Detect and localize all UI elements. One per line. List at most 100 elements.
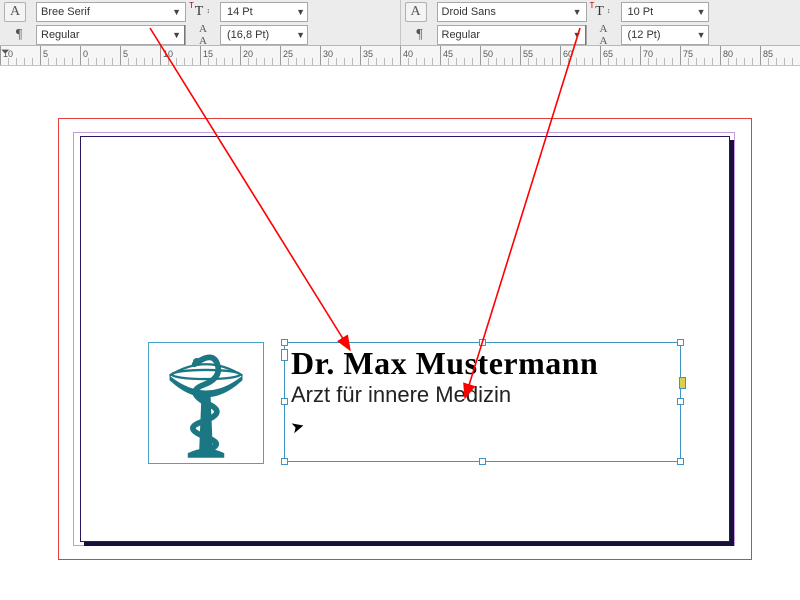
- ruler-minor-tick: [664, 58, 665, 65]
- ruler-minor-tick: [488, 58, 489, 65]
- font-style-combo[interactable]: Regular ▼: [437, 25, 587, 45]
- leading-field[interactable]: (16,8 Pt) ▼: [220, 25, 308, 45]
- ruler-minor-tick: [336, 58, 337, 65]
- ruler-tick: 45: [440, 46, 441, 65]
- ruler-minor-tick: [432, 58, 433, 65]
- ruler-minor-tick: [72, 58, 73, 65]
- ruler-minor-tick: [608, 58, 609, 65]
- chevron-down-icon: ▼: [172, 30, 181, 40]
- leading-field[interactable]: (12 Pt) ▼: [621, 25, 709, 45]
- ruler-minor-tick: [392, 58, 393, 65]
- para-panel-icon: ¶: [16, 27, 22, 43]
- font-family-combo[interactable]: Droid Sans ▼: [437, 2, 587, 22]
- ruler-minor-tick: [376, 58, 377, 65]
- text-in-port[interactable]: [281, 349, 288, 361]
- ruler-minor-tick: [784, 58, 785, 65]
- font-size-field[interactable]: 10 Pt ▼: [621, 2, 709, 22]
- ruler-minor-tick: [456, 58, 457, 65]
- ruler-minor-tick: [776, 58, 777, 65]
- text-out-port[interactable]: [679, 377, 686, 389]
- ruler-minor-tick: [152, 58, 153, 65]
- chevron-down-icon: ▼: [573, 30, 582, 40]
- resize-handle[interactable]: [281, 339, 288, 346]
- ruler-tick: 20: [240, 46, 241, 65]
- ruler-minor-tick: [272, 58, 273, 65]
- resize-handle[interactable]: [479, 458, 486, 465]
- ruler-minor-tick: [384, 58, 385, 65]
- ruler-minor-tick: [696, 58, 697, 65]
- toolbar-charstyle-right: A Droid Sans ▼ TT↕ 10 Pt ▼ ¶ Regular ▼ A…: [400, 0, 800, 45]
- ruler-minor-tick: [24, 58, 25, 65]
- ruler-minor-tick: [712, 58, 713, 65]
- ruler-tick: 25: [280, 46, 281, 65]
- ruler-minor-tick: [8, 58, 9, 65]
- ruler-minor-tick: [64, 58, 65, 65]
- ruler-tick: 65: [600, 46, 601, 65]
- ruler-tick: 50: [480, 46, 481, 65]
- ruler-minor-tick: [752, 58, 753, 65]
- horizontal-ruler[interactable]: ⏷ 10505101520253035404550556065707580859…: [0, 46, 800, 66]
- ruler-tick: 10: [0, 46, 1, 65]
- resize-handle[interactable]: [479, 339, 486, 346]
- char-panel-icon: A: [410, 4, 420, 20]
- resize-handle[interactable]: [677, 458, 684, 465]
- property-toolbar: A Bree Serif ▼ TT↕ 14 Pt ▼ ¶ Regular ▼ A…: [0, 0, 800, 46]
- ruler-tick: 5: [40, 46, 41, 65]
- ruler-minor-tick: [672, 58, 673, 65]
- subline-text[interactable]: Arzt für innere Medizin: [285, 382, 680, 408]
- font-size-value: 10 Pt: [628, 6, 697, 18]
- resize-handle[interactable]: [677, 398, 684, 405]
- font-size-icon: TT↕: [188, 1, 210, 23]
- ruler-minor-tick: [216, 58, 217, 65]
- char-panel-icon: A: [10, 4, 20, 20]
- ruler-minor-tick: [128, 58, 129, 65]
- ruler-minor-tick: [112, 58, 113, 65]
- chevron-down-icon: ▼: [573, 7, 582, 17]
- character-panel-toggle[interactable]: A: [4, 2, 26, 22]
- ruler-minor-tick: [192, 58, 193, 65]
- bowl-of-hygieia-icon: [149, 343, 263, 463]
- font-size-field[interactable]: 14 Pt ▼: [220, 2, 308, 22]
- ruler-minor-tick: [224, 58, 225, 65]
- page[interactable]: [80, 136, 730, 542]
- ruler-tick: 10: [160, 46, 161, 65]
- ruler-minor-tick: [496, 58, 497, 65]
- image-frame-logo[interactable]: [148, 342, 264, 464]
- font-family-value: Bree Serif: [41, 6, 172, 18]
- ruler-minor-tick: [288, 58, 289, 65]
- ruler-minor-tick: [168, 58, 169, 65]
- character-panel-toggle[interactable]: A: [405, 2, 427, 22]
- text-frame[interactable]: Dr. Max Mustermann Arzt für innere Mediz…: [284, 342, 681, 462]
- paragraph-panel-toggle[interactable]: ¶: [405, 24, 435, 46]
- ruler-minor-tick: [184, 58, 185, 65]
- ruler-minor-tick: [136, 58, 137, 65]
- resize-handle[interactable]: [677, 339, 684, 346]
- document-canvas[interactable]: Dr. Max Mustermann Arzt für innere Mediz…: [0, 66, 800, 600]
- ruler-minor-tick: [264, 58, 265, 65]
- ruler-minor-tick: [344, 58, 345, 65]
- ruler-minor-tick: [736, 58, 737, 65]
- leading-value: (12 Pt): [628, 29, 697, 41]
- headline-text[interactable]: Dr. Max Mustermann: [285, 343, 680, 382]
- ruler-tick: 15: [200, 46, 201, 65]
- resize-handle[interactable]: [281, 458, 288, 465]
- font-style-combo[interactable]: Regular ▼: [36, 25, 186, 45]
- ruler-minor-tick: [592, 58, 593, 65]
- ruler-minor-tick: [328, 58, 329, 65]
- ruler-minor-tick: [176, 58, 177, 65]
- ruler-minor-tick: [624, 58, 625, 65]
- font-family-combo[interactable]: Bree Serif ▼: [36, 2, 186, 22]
- resize-handle[interactable]: [281, 398, 288, 405]
- ruler-minor-tick: [616, 58, 617, 65]
- chevron-down-icon: ▼: [296, 30, 305, 40]
- font-family-value: Droid Sans: [442, 6, 573, 18]
- paragraph-panel-toggle[interactable]: ¶: [4, 24, 34, 46]
- ruler-minor-tick: [768, 58, 769, 65]
- ruler-minor-tick: [448, 58, 449, 65]
- font-style-value: Regular: [41, 29, 172, 41]
- ruler-minor-tick: [416, 58, 417, 65]
- ruler-minor-tick: [32, 58, 33, 65]
- ruler-minor-tick: [56, 58, 57, 65]
- ruler-tick: 35: [360, 46, 361, 65]
- ruler-minor-tick: [744, 58, 745, 65]
